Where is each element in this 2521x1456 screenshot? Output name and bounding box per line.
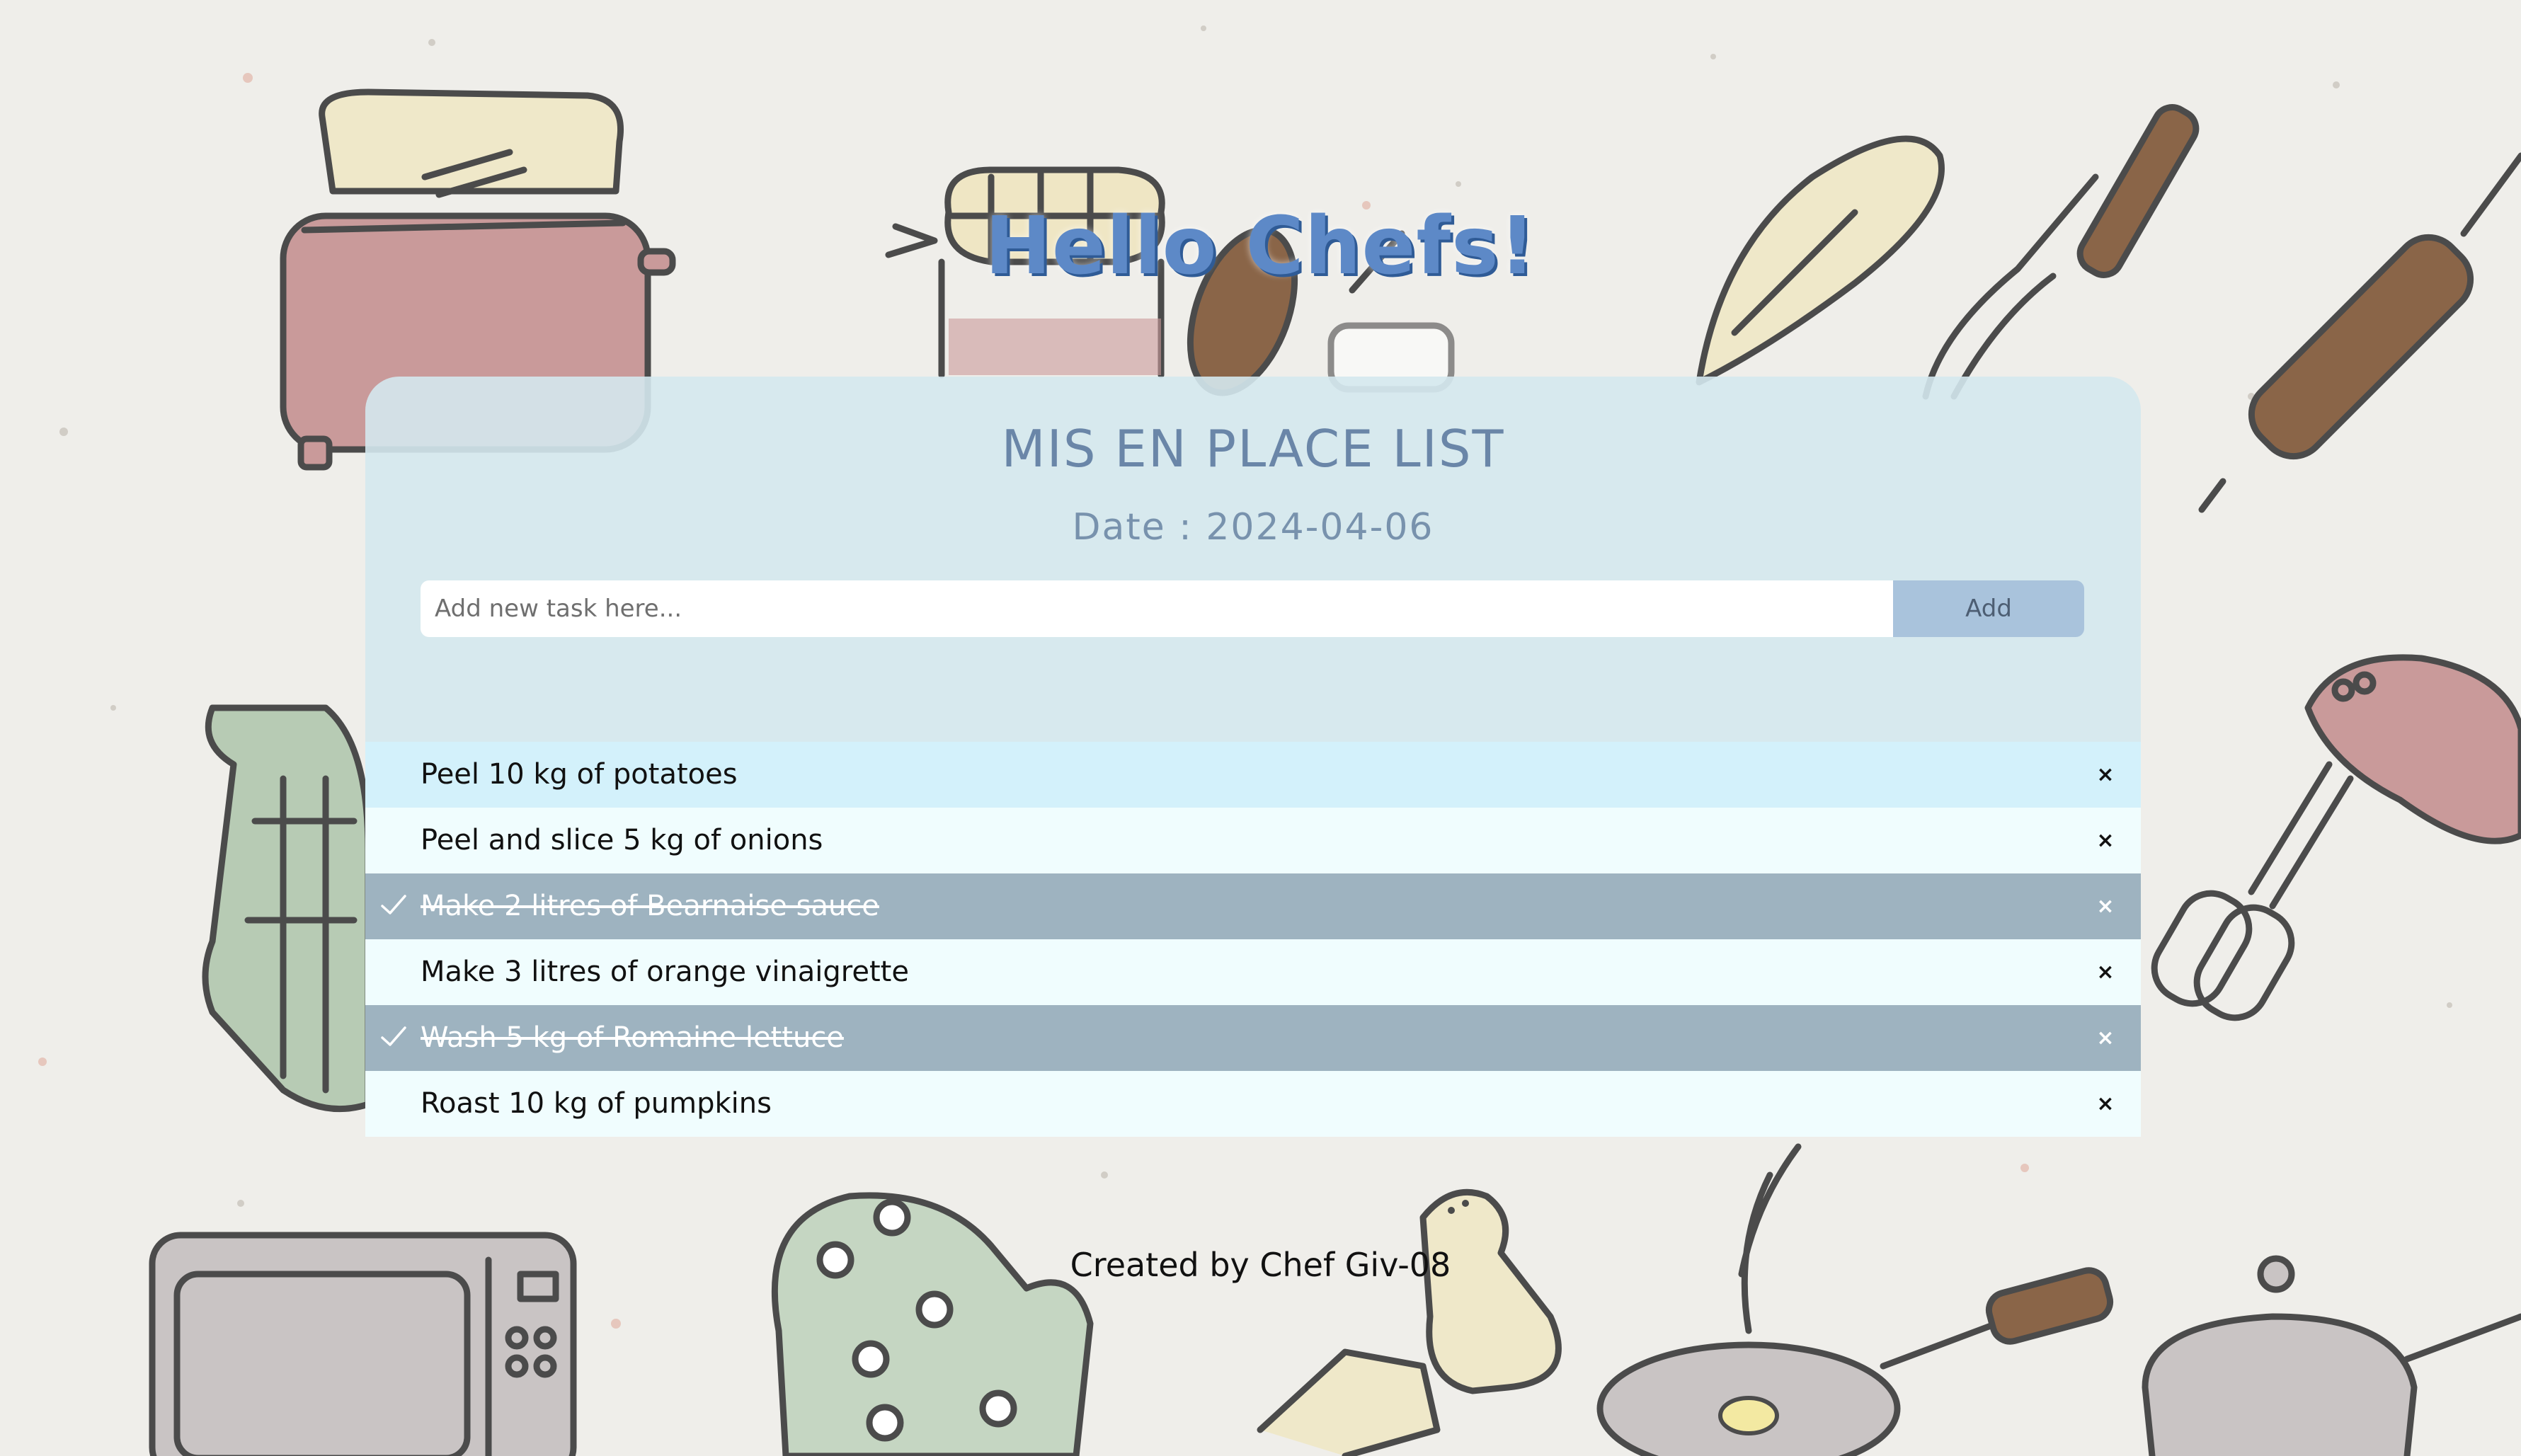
oven-mitt-icon	[771, 1192, 1094, 1456]
remove-task-close-icon[interactable]: ×	[2091, 939, 2120, 1005]
oven-mitt-icon	[202, 704, 372, 1113]
task-item[interactable]: Make 3 litres of orange vinaigrette ×	[365, 939, 2141, 1005]
task-item[interactable]: Peel and slice 5 kg of onions ×	[365, 808, 2141, 873]
task-text: Wash 5 kg of Romaine lettuce	[421, 1021, 844, 1054]
page-greeting-title: Hello Chefs!	[985, 200, 1536, 292]
list-title: MIS EN PLACE LIST	[1001, 419, 1505, 478]
checkmark-icon	[381, 895, 406, 915]
task-item[interactable]: Roast 10 kg of pumpkins ×	[365, 1071, 2141, 1137]
footer-credit: Created by Chef Giv-08	[1070, 1246, 1451, 1284]
remove-task-close-icon[interactable]: ×	[2091, 1005, 2120, 1071]
task-text: Make 2 litres of Bearnaise sauce	[421, 890, 879, 922]
task-text: Make 3 litres of orange vinaigrette	[421, 956, 909, 988]
task-list: Peel 10 kg of potatoes × Peel and slice …	[365, 742, 2141, 1137]
frying-pan-icon	[1596, 1267, 2114, 1456]
butter-icon	[1257, 1348, 1441, 1456]
mise-en-place-card: MIS EN PLACE LIST Date : 2024-04-06 Add …	[365, 377, 2141, 1137]
hand-mixer-icon	[2151, 654, 2521, 1021]
remove-task-close-icon[interactable]: ×	[2091, 1071, 2120, 1137]
task-item-checked[interactable]: Wash 5 kg of Romaine lettuce ×	[365, 1005, 2141, 1071]
card-header: MIS EN PLACE LIST Date : 2024-04-06 Add	[365, 377, 2141, 742]
task-text: Peel and slice 5 kg of onions	[421, 824, 823, 856]
task-text: Roast 10 kg of pumpkins	[421, 1087, 772, 1120]
task-item-checked[interactable]: Make 2 litres of Bearnaise sauce ×	[365, 873, 2141, 939]
remove-task-close-icon[interactable]: ×	[2091, 873, 2120, 939]
task-item[interactable]: Peel 10 kg of potatoes ×	[365, 742, 2141, 808]
new-task-input[interactable]	[421, 580, 1893, 637]
date-label: Date : 2024-04-06	[1072, 506, 1434, 549]
checkmark-icon	[381, 1026, 406, 1046]
remove-task-close-icon[interactable]: ×	[2091, 742, 2120, 808]
task-text: Peel 10 kg of potatoes	[421, 758, 738, 791]
add-task-button[interactable]: Add	[1893, 580, 2084, 637]
remove-task-close-icon[interactable]: ×	[2091, 808, 2120, 873]
